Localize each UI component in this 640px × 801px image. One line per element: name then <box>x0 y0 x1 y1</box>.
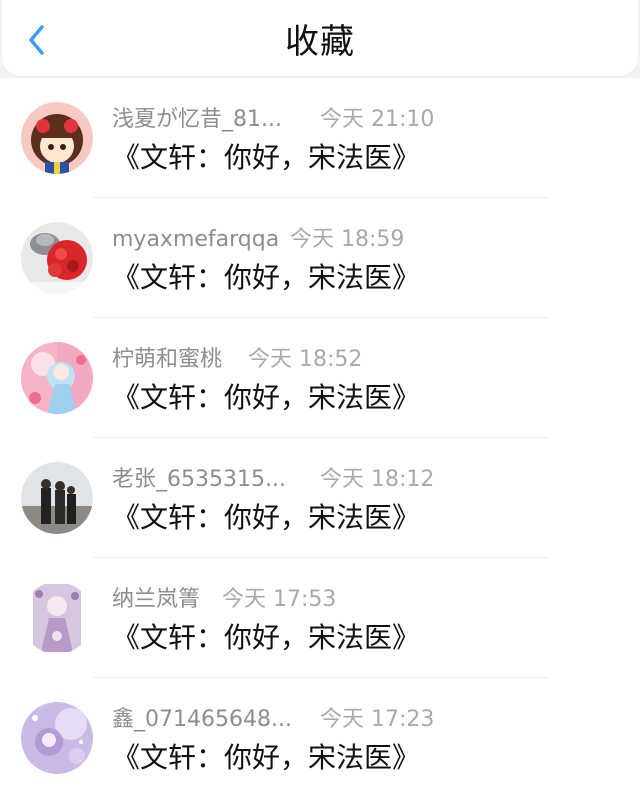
avatar[interactable] <box>21 102 93 174</box>
book-title[interactable]: 《文轩：你好，宋法医》 <box>112 620 420 656</box>
book-title[interactable]: 《文轩：你好，宋法医》 <box>112 740 420 776</box>
book-title[interactable]: 《文轩：你好，宋法医》 <box>112 500 420 536</box>
avatar[interactable] <box>21 222 93 294</box>
timestamp: 今天 17:23 <box>320 707 435 732</box>
avatar[interactable] <box>21 702 93 774</box>
avatar[interactable] <box>21 582 93 654</box>
user-name[interactable]: 纳兰岚箐 <box>112 586 200 614</box>
timestamp: 今天 18:52 <box>248 347 363 372</box>
book-title[interactable]: 《文轩：你好，宋法医》 <box>112 380 420 416</box>
user-name[interactable]: myaxmefarqqa <box>112 226 279 254</box>
user-name[interactable]: 老张_6535315... <box>112 466 286 494</box>
list-item[interactable]: 纳兰岚箐 今天 17:53 《文轩：你好，宋法医》 <box>0 558 640 678</box>
timestamp: 今天 18:59 <box>290 227 405 252</box>
timestamp: 今天 21:10 <box>320 107 435 132</box>
list-item[interactable]: 浅夏が忆昔_81... 今天 21:10 《文轩：你好，宋法医》 <box>0 78 640 198</box>
timestamp: 今天 18:12 <box>320 467 435 492</box>
user-name[interactable]: 鑫_071465648... <box>112 706 292 734</box>
list-item[interactable]: 鑫_071465648... 今天 17:23 《文轩：你好，宋法医》 <box>0 678 640 798</box>
avatar[interactable] <box>21 462 93 534</box>
list-item[interactable]: 柠萌和蜜桃 今天 18:52 《文轩：你好，宋法医》 <box>0 318 640 438</box>
user-name[interactable]: 柠萌和蜜桃 <box>112 346 222 374</box>
avatar[interactable] <box>21 342 93 414</box>
page-title: 收藏 <box>285 22 355 62</box>
book-title[interactable]: 《文轩：你好，宋法医》 <box>112 140 420 176</box>
top-bar: 收藏 <box>2 0 638 76</box>
timestamp: 今天 17:53 <box>222 587 337 612</box>
book-title[interactable]: 《文轩：你好，宋法医》 <box>112 260 420 296</box>
user-name[interactable]: 浅夏が忆昔_81... <box>112 106 282 134</box>
list-item[interactable]: myaxmefarqqa 今天 18:59 《文轩：你好，宋法医》 <box>0 198 640 318</box>
list-item[interactable]: 老张_6535315... 今天 18:12 《文轩：你好，宋法医》 <box>0 438 640 558</box>
favorites-list: 浅夏が忆昔_81... 今天 21:10 《文轩：你好，宋法医》 myaxmef… <box>0 78 640 801</box>
